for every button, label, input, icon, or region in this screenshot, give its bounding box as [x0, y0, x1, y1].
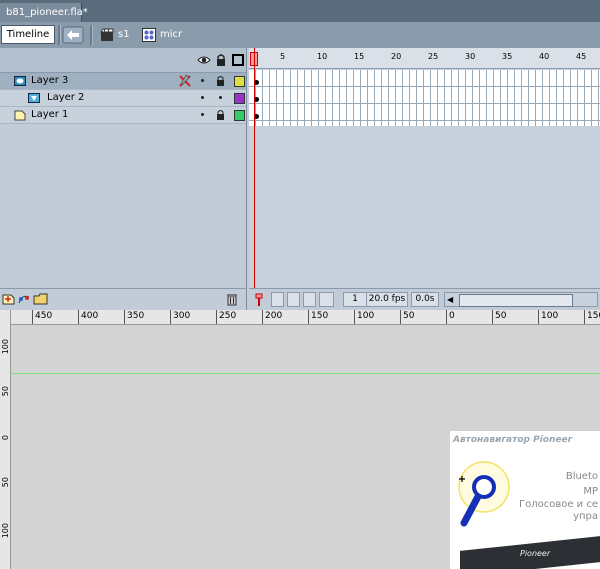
layer-row-layer-1[interactable]: Layer 1 [0, 107, 246, 124]
frame-rate-readout: 20.0 fps [366, 292, 408, 307]
ruler-label: 250 [219, 311, 237, 321]
ruler-label: 100 [1, 523, 10, 539]
onion-skin-outlines-button[interactable] [287, 292, 300, 307]
ruler-label: 100 [1, 339, 10, 355]
breadcrumb-label: micr [160, 29, 183, 40]
ruler-label: 450 [35, 311, 53, 321]
pencil-x-icon [179, 74, 191, 87]
frame-area[interactable]: 1 5 10 15 20 25 30 35 40 45 1 20.0 fps [249, 48, 600, 311]
ruler-label: 50 [403, 311, 415, 321]
layer-color-swatch[interactable] [234, 110, 245, 121]
layer-name: Layer 1 [31, 109, 69, 120]
microphone-graphic [458, 461, 510, 527]
edit-multiple-frames-button[interactable] [303, 292, 316, 307]
breadcrumb-symbol[interactable]: micr [142, 26, 192, 44]
add-motion-guide-icon[interactable] [17, 293, 31, 305]
insert-layer-icon[interactable] [2, 293, 16, 305]
visibility-dot[interactable] [201, 113, 204, 116]
banner-title: Автонавигатор Pioneer [453, 435, 573, 445]
scroll-thumb[interactable] [459, 294, 573, 307]
document-tab-bar: b81_pioneer.fla* [0, 0, 600, 22]
lock-icon[interactable] [214, 53, 228, 67]
frame-number: 5 [280, 52, 286, 61]
frame-number: 45 [576, 52, 587, 61]
ruler-label: 100 [357, 311, 375, 321]
breadcrumb-scene[interactable]: s1 [100, 26, 140, 44]
banner-line: Голосовое и се [518, 499, 598, 510]
ruler-label: 350 [127, 311, 145, 321]
ruler-label: 200 [265, 311, 283, 321]
center-frame-icon[interactable] [253, 293, 265, 307]
lock-icon[interactable] [216, 75, 225, 86]
separator [58, 25, 61, 45]
layer-list: Layer 3 Layer 2 Layer 1 [0, 48, 247, 311]
scene-icon [100, 28, 114, 41]
timeline-panel: Layer 3 Layer 2 Layer 1 5 10 15 20 25 30… [0, 48, 600, 311]
banner-line: Blueto [565, 471, 598, 482]
document-tab[interactable]: b81_pioneer.fla* [0, 3, 88, 22]
ruler-label: 0 [1, 435, 10, 441]
masked-layer-icon [28, 93, 40, 103]
layer-color-swatch[interactable] [234, 93, 245, 104]
edit-bar: Timeline s1 micr [0, 22, 600, 49]
frame-number: 40 [539, 52, 550, 61]
frame-number: 10 [317, 52, 328, 61]
frame-ruler[interactable]: 1 5 10 15 20 25 30 35 40 45 [249, 48, 600, 69]
layer-row-layer-2[interactable]: Layer 2 [0, 90, 246, 107]
ruler-label: 50 [1, 386, 10, 397]
layer-row-layer-3[interactable]: Layer 3 [0, 73, 246, 90]
current-frame-readout: 1 [343, 292, 367, 307]
horizontal-scrollbar[interactable]: ◀ [444, 292, 598, 307]
visibility-dot[interactable] [201, 79, 204, 82]
frame-number: 35 [502, 52, 513, 61]
horizontal-ruler: 450 400 350 300 250 200 150 100 50 0 50 … [10, 310, 600, 325]
ruler-label: 150 [587, 311, 600, 321]
outline-icon[interactable] [231, 53, 245, 67]
breadcrumb-label: s1 [118, 29, 130, 40]
insert-folder-icon[interactable] [33, 293, 49, 305]
mask-layer-icon [14, 76, 26, 86]
visibility-dot[interactable] [201, 96, 204, 99]
ruler-label: 100 [541, 311, 559, 321]
frame-grid[interactable] [249, 70, 600, 126]
layer-color-swatch[interactable] [234, 76, 245, 87]
ruler-label: 150 [311, 311, 329, 321]
guide-line[interactable] [11, 373, 600, 374]
layer-header [0, 48, 246, 73]
movieclip-icon [142, 28, 156, 42]
playhead-line [254, 48, 255, 288]
lock-dot[interactable] [219, 96, 222, 99]
banner-symbol[interactable]: Автонавигатор Pioneer Blueto MP Голосово… [450, 431, 600, 569]
back-arrow-icon [62, 26, 84, 44]
separator [90, 25, 93, 45]
eye-icon[interactable] [197, 53, 211, 67]
onion-skin-button[interactable] [271, 292, 284, 307]
back-button[interactable] [62, 26, 84, 44]
trash-icon[interactable] [226, 293, 238, 306]
ruler-label: 50 [495, 311, 507, 321]
frame-number: 15 [354, 52, 365, 61]
scroll-left-arrow-icon[interactable]: ◀ [447, 293, 453, 306]
ruler-label: 300 [173, 311, 191, 321]
banner-line: MP [583, 486, 598, 497]
elapsed-time-readout: 0.0s [411, 292, 439, 307]
layer-name: Layer 3 [31, 75, 69, 86]
frame-number: 30 [465, 52, 476, 61]
ruler-label: 50 [1, 477, 10, 488]
timeline-status-bar: 1 20.0 fps 0.0s ◀ [249, 288, 600, 311]
ruler-label: 0 [449, 311, 455, 321]
frame-number: 20 [391, 52, 402, 61]
vertical-ruler: 100 50 0 50 100 [0, 310, 11, 569]
modify-onion-markers-button[interactable] [319, 292, 334, 307]
brand-label: Pioneer [520, 549, 551, 558]
normal-layer-icon [14, 110, 26, 121]
frame-number: 25 [428, 52, 439, 61]
banner-line: упра [573, 511, 598, 522]
layer-footer [0, 288, 246, 311]
lock-icon[interactable] [216, 109, 225, 120]
timeline-toggle-button[interactable]: Timeline [1, 25, 55, 44]
ruler-label: 400 [81, 311, 99, 321]
layer-name: Layer 2 [47, 92, 85, 103]
